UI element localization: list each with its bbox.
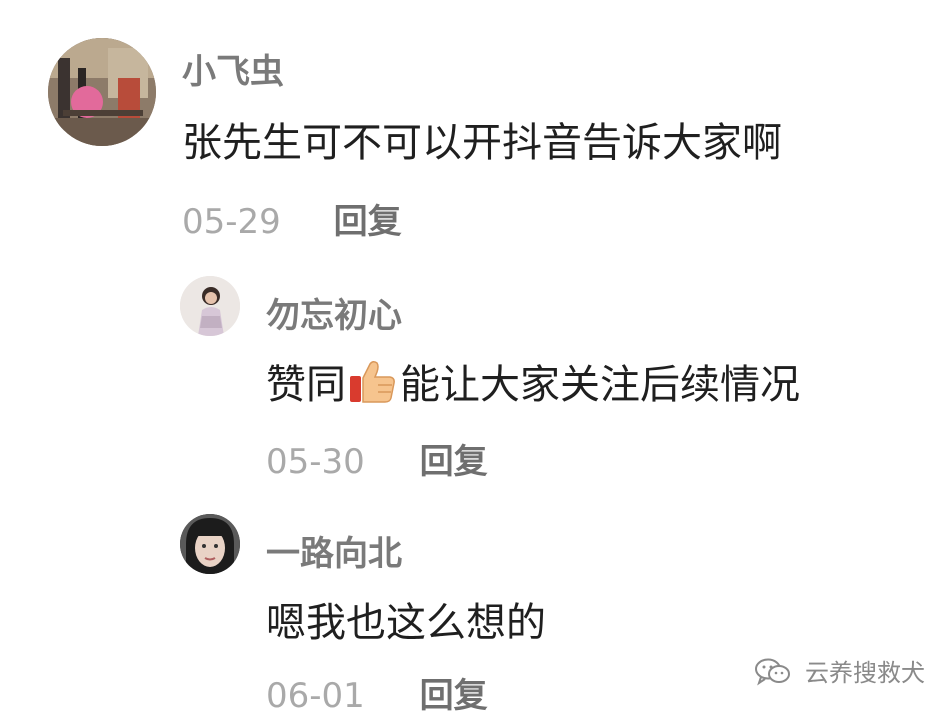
comment-date: 05-29: [182, 202, 281, 242]
reply-text-part: 赞同: [266, 362, 346, 408]
reply-date: 05-30: [266, 442, 365, 482]
comment-item: 小飞虫 张先生可不可以开抖音告诉大家啊 05-29 回复: [0, 0, 949, 250]
reply-date: 06-01: [266, 676, 365, 716]
avatar-image: [180, 514, 240, 574]
comment-thread: 小飞虫 张先生可不可以开抖音告诉大家啊 05-29 回复 勿忘初心 赞同 能让大…: [0, 0, 949, 716]
reply-button[interactable]: 回复: [420, 676, 488, 716]
reply-button[interactable]: 回复: [334, 202, 402, 242]
wechat-icon: [755, 658, 791, 692]
watermark-text: 云养搜救犬: [805, 659, 925, 687]
comment-username[interactable]: 小飞虫: [182, 44, 284, 93]
avatar-image: [180, 276, 240, 336]
reply-item: 勿忘初心 赞同 能让大家关注后续情况 05-30 回复: [0, 250, 949, 490]
comment-meta: 05-29 回复: [182, 194, 402, 243]
avatar[interactable]: [180, 514, 240, 574]
reply-meta: 06-01 回复: [266, 668, 488, 716]
watermark: 云养搜救犬: [755, 653, 925, 692]
comment-text: 张先生可不可以开抖音告诉大家啊: [182, 120, 782, 166]
reply-text: 赞同 能让大家关注后续情况: [266, 352, 800, 414]
avatar-image: [48, 38, 156, 146]
thumbs-up-icon: [348, 360, 396, 414]
reply-meta: 05-30 回复: [266, 434, 488, 483]
avatar[interactable]: [180, 276, 240, 336]
reply-username[interactable]: 一路向北: [266, 526, 402, 575]
reply-username[interactable]: 勿忘初心: [266, 288, 402, 337]
reply-text-part: 能让大家关注后续情况: [400, 362, 800, 408]
reply-button[interactable]: 回复: [420, 442, 488, 482]
reply-text: 嗯我也这么想的: [266, 600, 546, 646]
avatar[interactable]: [48, 38, 156, 146]
